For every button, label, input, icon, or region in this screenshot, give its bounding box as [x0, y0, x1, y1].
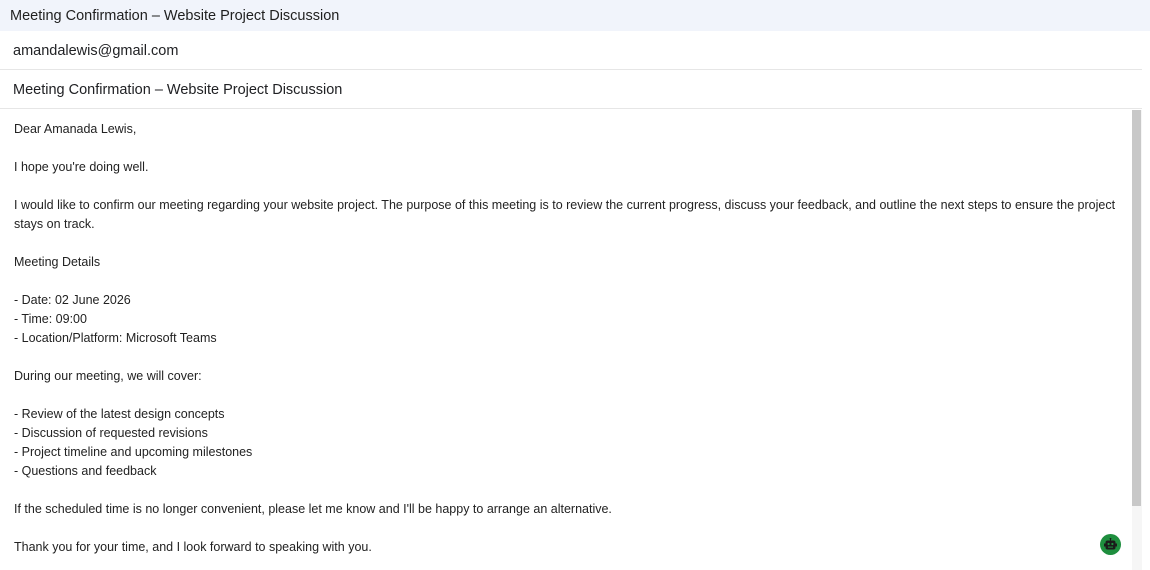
robot-icon — [1104, 538, 1117, 550]
to-field[interactable]: amandalewis@gmail.com — [0, 32, 1142, 70]
assistant-button[interactable] — [1100, 534, 1121, 555]
subject-field[interactable]: Meeting Confirmation – Website Project D… — [0, 71, 1142, 109]
scrollbar-thumb[interactable] — [1132, 110, 1141, 506]
message-body[interactable]: Dear Amanada Lewis, I hope you're doing … — [0, 110, 1132, 570]
window-title: Meeting Confirmation – Website Project D… — [0, 0, 1150, 31]
